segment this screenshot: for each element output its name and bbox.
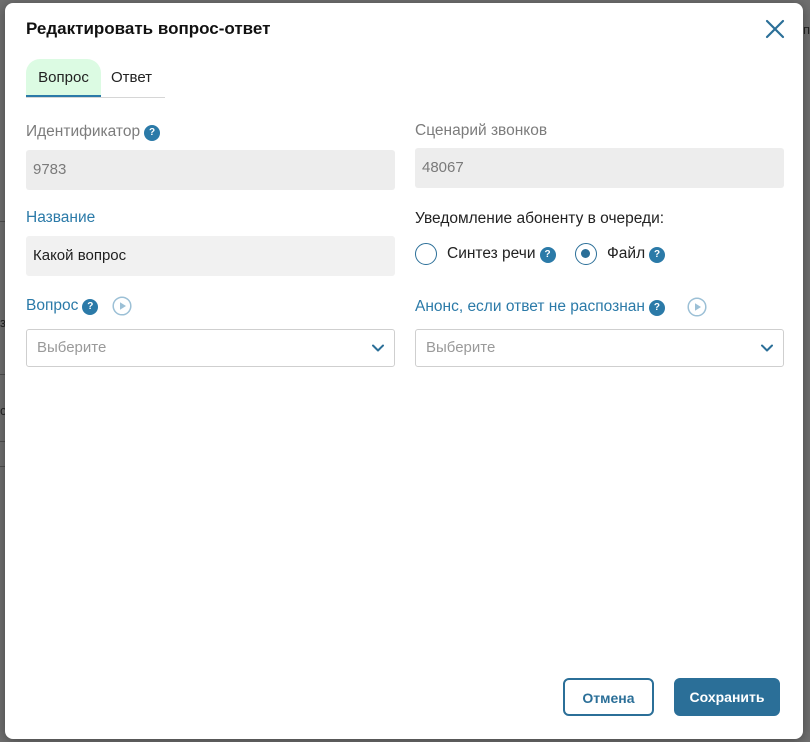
help-icon[interactable]: ?: [539, 247, 556, 263]
radio-file-label: Файл: [607, 245, 646, 262]
radio-speech-synthesis[interactable]: [415, 243, 437, 265]
play-icon[interactable]: [687, 297, 707, 317]
help-icon[interactable]: ?: [144, 125, 161, 141]
tab-bar: Вопрос Ответ: [26, 59, 165, 98]
scenario-label: Сценарий звонков: [415, 122, 548, 139]
announce-label-text: Анонс, если ответ не распознан: [415, 298, 645, 315]
cancel-button[interactable]: Отмена: [563, 678, 654, 716]
dialog-title: Редактировать вопрос-ответ: [26, 19, 271, 38]
radio-speech-synthesis-label: Синтез речи: [447, 245, 536, 262]
announce-label: Анонс, если ответ не распознан?: [415, 298, 665, 316]
announce-select-value: Выберите: [426, 339, 496, 356]
name-label: Название: [26, 209, 96, 226]
id-label-text: Идентификатор: [26, 123, 141, 140]
name-input[interactable]: Какой вопрос: [26, 236, 395, 276]
help-icon[interactable]: ?: [648, 300, 665, 316]
id-field: 9783: [26, 150, 395, 190]
save-button[interactable]: Сохранить: [674, 678, 780, 716]
chevron-down-icon: [372, 344, 384, 352]
chevron-down-icon: [761, 344, 773, 352]
question-label-text: Вопрос: [26, 297, 79, 314]
tab-question[interactable]: Вопрос: [26, 59, 101, 97]
radio-speech-synthesis-option[interactable]: Синтез речи?: [447, 245, 556, 263]
scenario-field: 48067: [415, 148, 784, 188]
play-icon[interactable]: [112, 296, 132, 316]
tab-answer[interactable]: Ответ: [111, 59, 152, 96]
question-select[interactable]: Выберите: [26, 329, 395, 367]
question-label: Вопрос?: [26, 297, 99, 315]
help-icon[interactable]: ?: [649, 247, 666, 263]
background-text: п: [803, 22, 810, 37]
id-label: Идентификатор?: [26, 123, 161, 141]
edit-question-dialog: Редактировать вопрос-ответ Вопрос Ответ …: [5, 3, 803, 739]
close-icon[interactable]: [763, 17, 787, 41]
help-icon[interactable]: ?: [82, 299, 99, 315]
question-select-value: Выберите: [37, 339, 107, 356]
radio-file[interactable]: [575, 243, 597, 265]
notification-label: Уведомление абоненту в очереди:: [415, 210, 665, 227]
announce-select[interactable]: Выберите: [415, 329, 784, 367]
radio-file-option[interactable]: Файл?: [607, 245, 666, 263]
